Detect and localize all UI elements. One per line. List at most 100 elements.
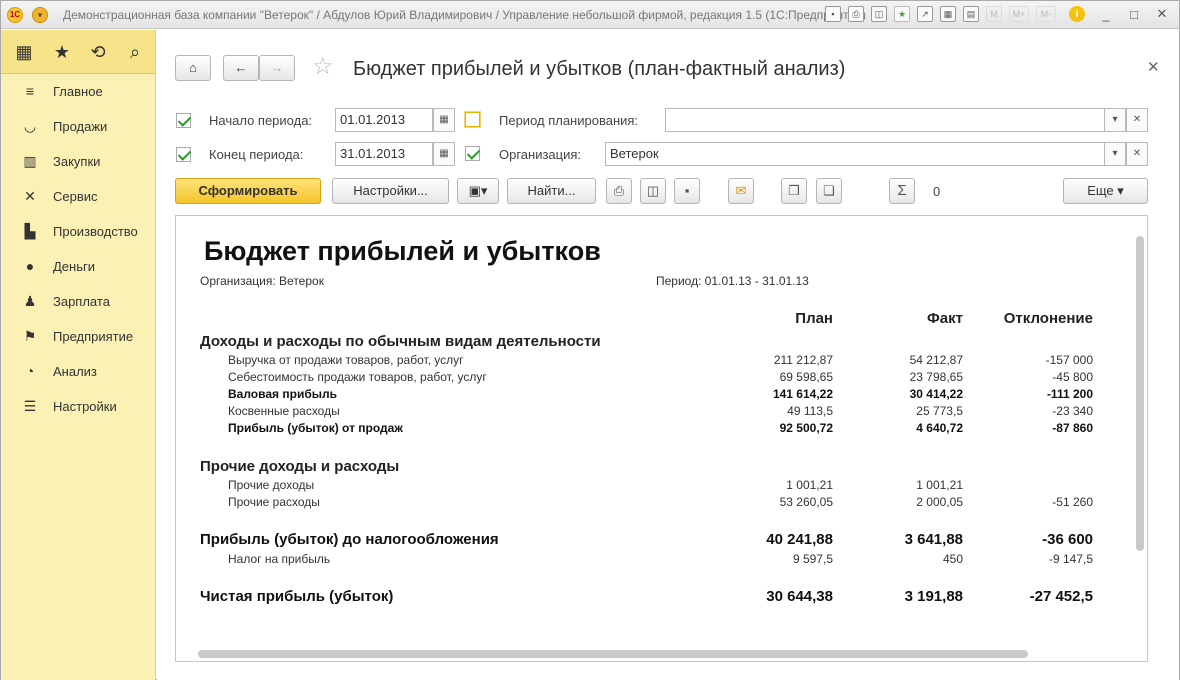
close-window-button[interactable]: ✕ [1155, 6, 1169, 22]
maximize-button[interactable]: □ [1127, 7, 1141, 22]
close-form-button[interactable]: ✕ [1147, 58, 1160, 76]
plan-cell: 30 644,38 [766, 588, 833, 605]
print-icon[interactable]: ⎙ [848, 6, 864, 22]
favorites-star-icon[interactable]: ★ [51, 42, 73, 62]
people-icon: ♟ [23, 293, 37, 309]
home-button[interactable]: ⌂ [175, 55, 211, 81]
fact-cell: 23 798,65 [909, 370, 963, 384]
calendar-icon[interactable]: ▤ [963, 6, 979, 22]
sidebar-item-settings[interactable]: ☰ Настройки [1, 394, 155, 420]
sidebar-item-label: Главное [53, 84, 103, 99]
factory-icon: ▙ [24, 223, 36, 239]
calendar-icon[interactable]: ▦ [433, 142, 455, 166]
sidebar-item-label: Зарплата [53, 294, 110, 309]
generate-button[interactable]: Сформировать [175, 178, 321, 204]
sidebar-item-enterprise[interactable]: ⚑ Предприятие [1, 324, 155, 350]
sidebar-item-sales[interactable]: ◡ Продажи [1, 114, 155, 140]
save-icon[interactable]: ▪ [825, 6, 841, 22]
pie-chart-icon: ◔ [25, 363, 35, 379]
period-end-field[interactable]: 31.01.2013 [335, 142, 433, 166]
fact-cell: 30 414,22 [909, 387, 963, 401]
row-name: Валовая прибыль [228, 387, 337, 401]
copy-icon[interactable]: ❐ [781, 178, 807, 204]
favorites-add-icon[interactable]: ★ [894, 6, 910, 22]
deviation-cell: -51 260 [1052, 495, 1093, 509]
send-email-icon[interactable]: ✉ [728, 178, 754, 204]
form-area: ⌂ ← → ☆ Бюджет прибылей и убытков (план-… [157, 30, 1179, 680]
menu-lines-icon: ≡ [25, 83, 35, 99]
print-icon[interactable]: ⎙ [606, 178, 632, 204]
variant-menu-button[interactable]: ▣▾ [457, 178, 499, 204]
settings-list-icon: ☰ [23, 398, 37, 414]
favorite-star-icon[interactable]: ☆ [312, 52, 334, 81]
sidebar-item-service[interactable]: ✕ Сервис [1, 184, 155, 210]
table-row: Прочие расходы 53 260,05 2 000,05 -51 26… [176, 495, 1116, 512]
sidebar-item-salary[interactable]: ♟ Зарплата [1, 289, 155, 315]
all-functions-grid-icon[interactable]: ▦ [13, 42, 35, 62]
sidebar-item-production[interactable]: ▙ Производство [1, 219, 155, 245]
back-button[interactable]: ← [223, 55, 259, 81]
mem-plus-button[interactable]: M+ [1009, 6, 1029, 22]
dropdown-arrow-icon[interactable]: ▾ [1104, 142, 1126, 166]
row-name: Косвенные расходы [228, 404, 340, 418]
sidebar-item-analysis[interactable]: ◔ Анализ [1, 359, 155, 385]
forward-button[interactable]: → [259, 55, 295, 81]
sidebar-item-purchases[interactable]: ▥ Закупки [1, 149, 155, 175]
clear-icon[interactable]: ✕ [1126, 108, 1148, 132]
row-name: Прибыль (убыток) до налогообложения [200, 531, 499, 548]
report-document[interactable]: Бюджет прибылей и убытков Организация: В… [175, 215, 1148, 662]
basket-icon: ◡ [23, 118, 37, 134]
row-name: Налог на прибыль [228, 552, 331, 566]
1c-logo-icon[interactable]: 1С [7, 7, 23, 23]
clear-icon[interactable]: ✕ [1126, 142, 1148, 166]
table-row: Прибыль (убыток) от продаж 92 500,72 4 6… [176, 421, 1116, 438]
preview-icon[interactable]: ◫ [871, 6, 887, 22]
more-button[interactable]: Еще ▾ [1063, 178, 1148, 204]
main-menu-button[interactable]: ▾ [32, 7, 48, 23]
plan-cell: 92 500,72 [779, 421, 833, 435]
settings-button[interactable]: Настройки... [332, 178, 449, 204]
period-start-field[interactable]: 01.01.2013 [335, 108, 433, 132]
info-icon[interactable]: i [1069, 6, 1085, 22]
save-icon[interactable]: ▪ [674, 178, 700, 204]
planning-period-checkbox[interactable] [465, 112, 480, 127]
fact-cell: 1 001,21 [916, 478, 963, 492]
column-header-plan: План [795, 310, 833, 327]
table-row-total: Чистая прибыль (убыток) 30 644,38 3 191,… [176, 588, 1116, 608]
deviation-cell: -87 860 [1052, 421, 1093, 435]
sidebar-item-label: Настройки [53, 399, 117, 414]
plan-cell: 211 212,87 [773, 353, 833, 367]
period-start-label: Начало периода: [209, 113, 313, 128]
organization-checkbox[interactable] [465, 146, 480, 161]
plan-cell: 40 241,88 [766, 531, 833, 548]
vertical-scrollbar[interactable] [1136, 236, 1144, 551]
table-row: Выручка от продажи товаров, работ, услуг… [176, 353, 1116, 370]
ruble-coin-icon: ● [25, 258, 35, 274]
calendar-icon[interactable]: ▦ [433, 108, 455, 132]
fact-cell: 4 640,72 [916, 421, 963, 435]
sum-icon[interactable]: Σ [889, 178, 915, 204]
period-start-checkbox[interactable] [176, 113, 191, 128]
horizontal-scrollbar[interactable] [198, 650, 1028, 658]
table-row: Косвенные расходы 49 113,5 25 773,5 -23 … [176, 404, 1116, 421]
search-icon[interactable]: ⌕ [124, 42, 146, 62]
mem-minus-button[interactable]: M- [1036, 6, 1056, 22]
planning-period-field[interactable] [665, 108, 1110, 132]
paste-icon[interactable]: ❏ [816, 178, 842, 204]
print-preview-icon[interactable]: ◫ [640, 178, 666, 204]
mem-m-button[interactable]: M [986, 6, 1002, 22]
link-icon[interactable]: ↗ [917, 6, 933, 22]
minimize-button[interactable]: _ [1099, 7, 1113, 22]
sections-panel: ▦ ★ ⟲ ⌕ ≡ Главное ◡ Продажи ▥ Закупки ✕ … [1, 30, 156, 680]
period-end-checkbox[interactable] [176, 147, 191, 162]
find-button[interactable]: Найти... [507, 178, 596, 204]
sidebar-item-main[interactable]: ≡ Главное [1, 79, 155, 105]
sidebar-item-money[interactable]: ● Деньги [1, 254, 155, 280]
calculator-icon[interactable]: ▦ [940, 6, 956, 22]
row-name: Себестоимость продажи товаров, работ, ус… [228, 370, 487, 384]
organization-field[interactable]: Ветерок [605, 142, 1110, 166]
application-window: 1С ▾ Демонстрационная база компании "Вет… [0, 0, 1180, 680]
form-title: Бюджет прибылей и убытков (план-фактный … [353, 58, 846, 80]
dropdown-arrow-icon[interactable]: ▾ [1104, 108, 1126, 132]
history-icon[interactable]: ⟲ [87, 42, 109, 62]
